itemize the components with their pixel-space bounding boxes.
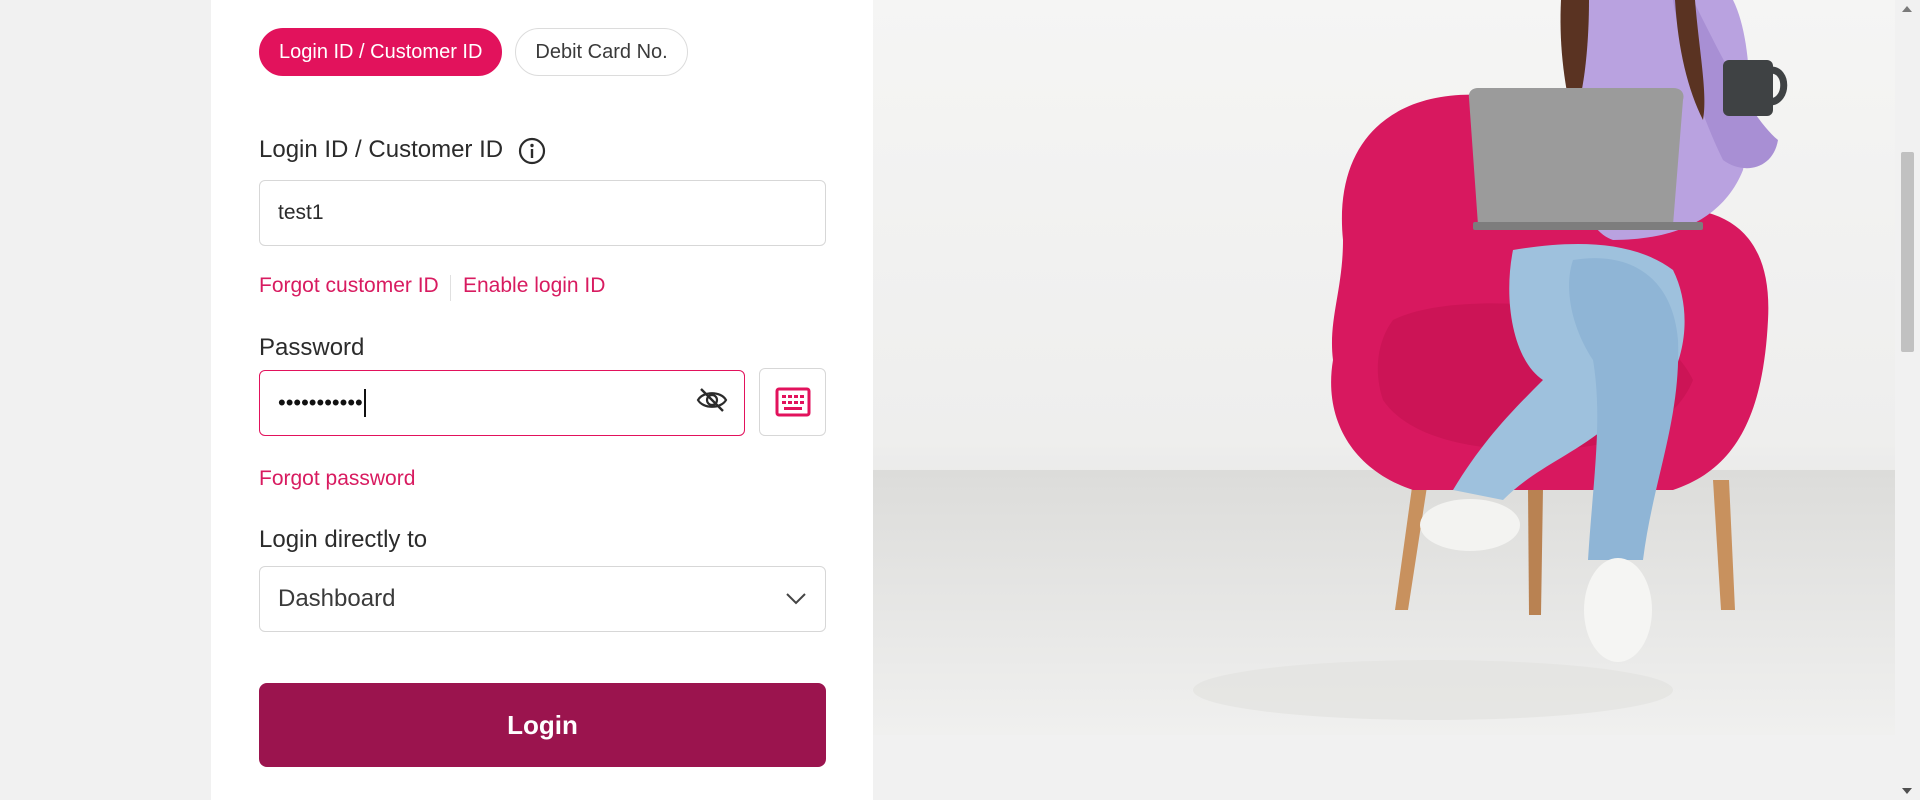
vertical-scrollbar[interactable] xyxy=(1895,0,1920,800)
scroll-down-icon[interactable] xyxy=(1902,788,1912,794)
info-icon[interactable] xyxy=(518,137,546,165)
keyboard-icon xyxy=(775,387,810,417)
link-divider xyxy=(450,275,451,301)
enable-login-id-link[interactable]: Enable login ID xyxy=(463,274,605,298)
virtual-keyboard-button[interactable] xyxy=(759,368,826,436)
scroll-up-icon[interactable] xyxy=(1902,6,1912,12)
password-input[interactable]: ••••••••••• xyxy=(259,370,745,436)
tab-debit-card[interactable]: Debit Card No. xyxy=(515,28,688,76)
scrollbar-thumb[interactable] xyxy=(1901,152,1914,352)
eye-off-icon[interactable] xyxy=(696,386,728,414)
login-directly-to-select[interactable]: Dashboard xyxy=(259,566,826,632)
password-label: Password xyxy=(259,334,365,361)
customer-id-value: test1 xyxy=(278,201,324,224)
customer-id-label: Login ID / Customer ID xyxy=(259,136,504,163)
login-panel: Login ID / Customer ID Debit Card No. Lo… xyxy=(211,0,873,800)
forgot-password-link[interactable]: Forgot password xyxy=(259,467,415,491)
tab-login-id[interactable]: Login ID / Customer ID xyxy=(259,28,503,76)
hero-image xyxy=(873,0,1895,735)
forgot-customer-id-link[interactable]: Forgot customer ID xyxy=(259,274,439,298)
login-button[interactable]: Login xyxy=(259,683,826,767)
text-caret xyxy=(363,389,366,417)
login-method-tabs: Login ID / Customer ID Debit Card No. xyxy=(259,28,688,76)
login-directly-to-label: Login directly to xyxy=(259,526,428,553)
selected-destination: Dashboard xyxy=(278,585,396,612)
woman-in-pink-armchair-illustration xyxy=(873,0,1895,735)
customer-id-label-row: Login ID / Customer ID xyxy=(259,136,546,165)
customer-id-input[interactable]: test1 xyxy=(259,180,826,246)
password-masked-value: ••••••••••• xyxy=(278,390,363,415)
page-background xyxy=(873,735,1895,800)
chevron-down-icon xyxy=(786,593,806,605)
